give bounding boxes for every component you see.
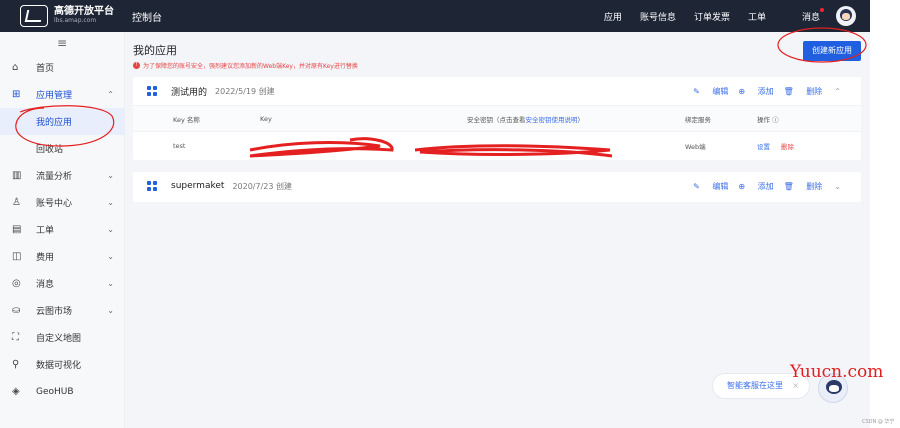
add-button[interactable]: ⊕ 添加 [738, 181, 773, 192]
chevron-up-icon[interactable]: ⌃ [834, 87, 841, 96]
sidebar-item-my-apps[interactable]: 我的应用 [0, 108, 124, 135]
console-link[interactable]: 控制台 [132, 9, 162, 24]
page-header: 我的应用 ! 为了保障您的账号安全，强烈建议您添加新的Web端Key，并对原有Ke… [133, 42, 358, 70]
sidebar-item-ticket[interactable]: ▤ 工单 ⌄ [0, 216, 124, 243]
csdn-credit: CSDN @ 华宁 [862, 419, 895, 425]
app-card: 测试用的 2022/5/19 创建 ✎ 编辑 ⊕ 添加 🗑 删除 ⌃ Key 名… [133, 77, 861, 160]
geohub-icon: ◈ [12, 386, 20, 397]
app-grid-icon [147, 181, 157, 191]
app-frame: 高德开放平台 lbs.amap.com 控制台 应用 账号信息 订单发票 工单 … [0, 0, 883, 428]
sidebar-item-market[interactable]: ⛀ 云图市场 ⌄ [0, 297, 124, 324]
app-created-date: 2022/5/19 创建 [215, 86, 275, 96]
top-bar: 高德开放平台 lbs.amap.com 控制台 应用 账号信息 订单发票 工单 … [0, 0, 870, 32]
chevron-up-icon: ⌃ [107, 90, 114, 99]
delete-link[interactable]: 删除 [781, 141, 794, 151]
edit-button[interactable]: ✎ 编辑 [693, 86, 728, 97]
col-service: 绑定服务 [685, 115, 711, 124]
app-name: supermaket [171, 181, 225, 191]
alert-icon: ! [133, 62, 140, 69]
sidebar-item-visualization[interactable]: ⚲ 数据可视化 [0, 351, 124, 378]
avatar[interactable] [836, 6, 856, 26]
sidebar-item-recycle-bin[interactable]: 回收站 [0, 135, 124, 162]
security-tip: ! 为了保障您的账号安全，强烈建议您添加新的Web端Key，并对原有Key进行替换 [133, 61, 358, 70]
logo[interactable]: 高德开放平台 lbs.amap.com [20, 5, 114, 27]
ticket-icon: ▤ [12, 224, 22, 235]
market-icon: ⛀ [12, 305, 21, 316]
logo-name: 高德开放平台 [54, 6, 114, 17]
app-created-date: 2020/7/23 创建 [232, 181, 292, 191]
chevron-down-icon: ⌄ [107, 252, 114, 261]
top-nav: 应用 账号信息 订单发票 工单 消息 [586, 6, 870, 26]
delete-button[interactable]: 🗑 删除 [784, 181, 823, 192]
app-name: 测试用的 [171, 87, 208, 98]
nav-account[interactable]: 账号信息 [640, 10, 676, 23]
billing-icon: ◫ [12, 251, 22, 262]
watermark-text: Yuucn.com [790, 362, 884, 382]
col-key-name: Key 名称 [173, 115, 200, 124]
sidebar-item-messages[interactable]: ◎ 消息 ⌄ [0, 270, 124, 297]
app-grid-icon [147, 86, 157, 96]
sidebar: ≡ ⌂ 首页 ⊞ 应用管理 ⌃ 我的应用 回收站 ▥ 流量分析 ⌄ ♙ 账号中心 ⌄ ▤ 工单 ⌄… [0, 32, 125, 428]
app-card-header[interactable]: 测试用的 2022/5/19 创建 ✎ 编辑 ⊕ 添加 🗑 删除 ⌃ [133, 77, 861, 105]
sidebar-item-traffic[interactable]: ▥ 流量分析 ⌄ [0, 162, 124, 189]
secret-help-link[interactable]: 安全密钥使用说明 [526, 116, 578, 124]
sidebar-item-geohub[interactable]: ◈ GeoHUB [0, 378, 124, 405]
key-name-cell: test [173, 141, 186, 150]
nav-apps[interactable]: 应用 [604, 10, 622, 23]
col-ops: 操作 ⓘ [757, 115, 779, 124]
info-icon[interactable]: ⓘ [772, 116, 779, 124]
nav-ticket[interactable]: 工单 [748, 10, 766, 23]
user-icon: ♙ [12, 197, 21, 208]
sidebar-item-custom-map[interactable]: ⛶ 自定义地图 [0, 324, 124, 351]
custom-map-icon: ⛶ [12, 332, 19, 343]
create-app-button[interactable]: 创建新应用 [803, 41, 861, 61]
apps-icon: ⊞ [12, 89, 21, 100]
col-secret: 安全密钥（点击查看安全密钥使用说明） [467, 115, 584, 124]
logo-sub: lbs.amap.com [54, 17, 97, 24]
page-title: 我的应用 [133, 44, 177, 57]
table-row: test Web端 设置 删除 [133, 131, 861, 159]
col-key: Key [260, 114, 272, 123]
sidebar-item-account[interactable]: ♙ 账号中心 ⌄ [0, 189, 124, 216]
sidebar-item-home[interactable]: ⌂ 首页 [0, 54, 124, 81]
home-icon: ⌂ [12, 62, 19, 73]
settings-link[interactable]: 设置 [757, 141, 770, 151]
amap-logo-icon [20, 5, 48, 27]
unread-badge [820, 7, 824, 12]
main-content: 我的应用 ! 为了保障您的账号安全，强烈建议您添加新的Web端Key，并对原有Ke… [125, 32, 870, 428]
nav-messages[interactable]: 消息 [784, 7, 824, 23]
chevron-down-icon[interactable]: ⌄ [834, 182, 841, 191]
sidebar-item-app-management[interactable]: ⊞ 应用管理 ⌃ [0, 81, 124, 108]
app-card: supermaket 2020/7/23 创建 ✎ 编辑 ⊕ 添加 🗑 删除 ⌄ [133, 172, 861, 202]
app-card-header[interactable]: supermaket 2020/7/23 创建 ✎ 编辑 ⊕ 添加 🗑 删除 ⌄ [133, 172, 861, 200]
chart-icon: ▥ [12, 170, 22, 181]
chevron-down-icon: ⌄ [107, 306, 114, 315]
chevron-down-icon: ⌄ [107, 279, 114, 288]
add-button[interactable]: ⊕ 添加 [738, 86, 773, 97]
chevron-down-icon: ⌄ [107, 171, 114, 180]
chevron-down-icon: ⌄ [107, 225, 114, 234]
message-icon: ◎ [12, 278, 21, 289]
edit-button[interactable]: ✎ 编辑 [693, 181, 728, 192]
nav-invoice[interactable]: 订单发票 [694, 10, 730, 23]
service-cell: Web端 [685, 142, 706, 151]
visual-icon: ⚲ [12, 359, 20, 370]
sidebar-item-billing[interactable]: ◫ 费用 ⌄ [0, 243, 124, 270]
chevron-down-icon: ⌄ [107, 198, 114, 207]
key-table-header: Key 名称 Key 安全密钥（点击查看安全密钥使用说明） 绑定服务 操作 ⓘ [133, 105, 861, 131]
delete-button[interactable]: 🗑 删除 [784, 86, 823, 97]
menu-toggle-icon[interactable]: ≡ [0, 32, 124, 54]
